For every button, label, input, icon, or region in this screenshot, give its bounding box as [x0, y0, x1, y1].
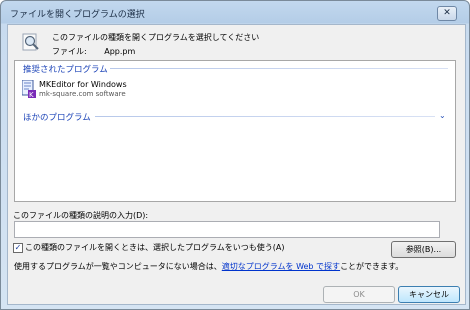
open-with-dialog: ファイルを開くプログラムの選択 ✕ このファイルの種類を開くプログラムを選択して… [0, 0, 470, 310]
always-use-label[interactable]: この種類のファイルを開くときは、選択したプログラムをいつも使う(A) [25, 242, 284, 253]
program-publisher: mk-square.com software [39, 90, 126, 98]
mkeditor-icon: K [22, 80, 36, 98]
always-use-checkbox[interactable]: ✓ [13, 242, 23, 253]
info-text-after: ことができます。 [340, 262, 404, 271]
file-name: App.pm [104, 47, 136, 56]
chevron-down-icon[interactable]: ⌄ [439, 111, 446, 120]
info-text-before: 使用するプログラムが一覧やコンピュータにない場合は、 [14, 262, 222, 271]
program-name: MKEditor for Windows [39, 80, 127, 89]
file-label: ファイル: [52, 47, 87, 56]
ok-button[interactable]: OK [323, 286, 395, 303]
magnifier-icon [22, 33, 39, 51]
svg-text:K: K [29, 91, 34, 98]
instruction-text: このファイルの種類を開くプログラムを選択してください [52, 33, 260, 42]
browse-button[interactable]: 参照(B)... [391, 241, 456, 258]
other-divider [95, 116, 435, 117]
close-button[interactable]: ✕ [437, 6, 457, 21]
title-bar[interactable]: ファイルを開くプログラムの選択 ✕ [1, 1, 469, 23]
other-programs-header[interactable]: ほかのプログラム [23, 111, 91, 123]
cancel-button[interactable]: キャンセル [398, 286, 460, 303]
program-list[interactable]: 推奨されたプログラム K MKEditor for Windows mk-squ… [14, 60, 456, 202]
description-field-label: このファイルの種類の説明の入力(D): [13, 211, 149, 220]
recommended-programs-header[interactable]: 推奨されたプログラム [23, 63, 108, 75]
info-text: 使用するプログラムが一覧やコンピュータにない場合は、適切なプログラムを Web … [14, 261, 403, 272]
recommended-divider [110, 68, 448, 69]
window-title: ファイルを開くプログラムの選択 [10, 10, 145, 20]
always-use-row[interactable]: ✓ この種類のファイルを開くときは、選択したプログラムをいつも使う(A) [13, 242, 284, 253]
description-input[interactable] [14, 221, 440, 238]
dialog-body: このファイルの種類を開くプログラムを選択してください ファイル: App.pm … [7, 24, 466, 305]
find-program-web-link[interactable]: 適切なプログラムを Web で探す [222, 262, 340, 271]
file-info: ファイル: App.pm [52, 46, 135, 57]
